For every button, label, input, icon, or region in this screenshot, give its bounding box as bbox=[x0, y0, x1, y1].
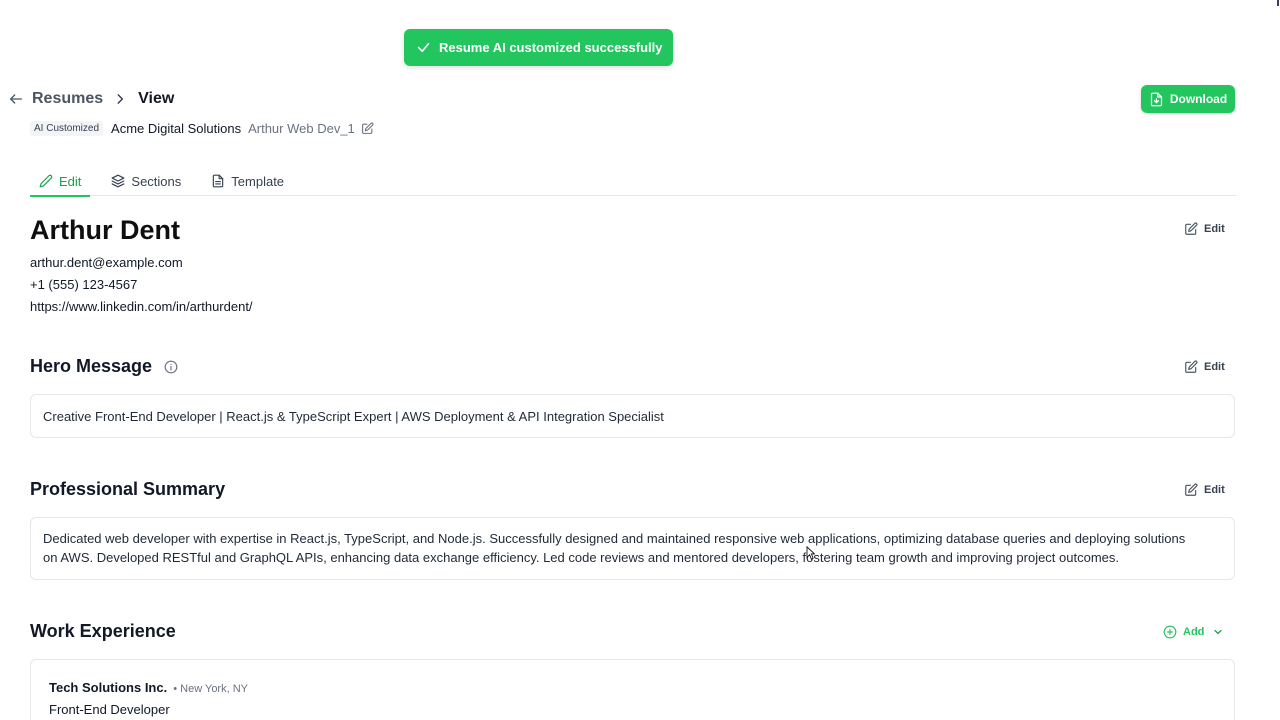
resume-name: Arthur Web Dev_1 bbox=[248, 120, 355, 136]
toast-message: Resume AI customized successfully bbox=[439, 40, 663, 55]
breadcrumb-current: View bbox=[138, 90, 175, 107]
target-company: Acme Digital Solutions bbox=[111, 120, 242, 136]
info-icon[interactable] bbox=[164, 360, 178, 374]
candidate-name: Arthur Dent bbox=[30, 215, 180, 245]
edit-name-icon[interactable] bbox=[361, 121, 374, 135]
job-location: • New York, NY bbox=[173, 683, 248, 695]
check-icon bbox=[417, 42, 430, 53]
edit-icon bbox=[1185, 360, 1198, 373]
resume-meta: AI Customized Acme Digital Solutions Art… bbox=[30, 119, 374, 137]
tab-template[interactable]: Template bbox=[202, 166, 293, 196]
document-icon bbox=[213, 174, 224, 188]
chevron-down-icon[interactable] bbox=[1212, 626, 1224, 638]
breadcrumb: Resumes View bbox=[8, 88, 174, 110]
edit-icon bbox=[1185, 222, 1198, 235]
mouse-cursor-icon bbox=[806, 546, 815, 560]
download-file-icon bbox=[1150, 92, 1162, 106]
work-section-title: Work Experience bbox=[30, 621, 176, 642]
add-work-label: Add bbox=[1183, 626, 1205, 638]
hero-text: Creative Front-End Developer | React.js … bbox=[43, 409, 664, 424]
edit-summary-label: Edit bbox=[1204, 484, 1225, 496]
hero-section-title: Hero Message bbox=[30, 356, 178, 377]
hero-card: Creative Front-End Developer | React.js … bbox=[30, 394, 1235, 438]
tab-template-label: Template bbox=[231, 173, 285, 189]
edit-profile-button[interactable]: Edit bbox=[1184, 222, 1225, 236]
tab-edit[interactable]: Edit bbox=[30, 166, 91, 197]
ai-customized-badge: AI Customized bbox=[30, 120, 104, 136]
summary-card: Dedicated web developer with expertise i… bbox=[30, 517, 1235, 580]
tab-sections-label: Sections bbox=[131, 173, 182, 189]
job-company: Tech Solutions Inc. bbox=[49, 680, 168, 695]
breadcrumb-resumes-link[interactable]: Resumes bbox=[32, 90, 103, 108]
back-arrow-icon[interactable] bbox=[8, 91, 24, 107]
edit-summary-button[interactable]: Edit bbox=[1184, 483, 1225, 497]
work-title: Work Experience bbox=[30, 621, 176, 641]
work-item-card: Tech Solutions Inc. • New York, NY Front… bbox=[30, 659, 1235, 720]
download-button[interactable]: Download bbox=[1141, 85, 1235, 113]
tab-sections[interactable]: Sections bbox=[102, 166, 190, 196]
success-toast: Resume AI customized successfully bbox=[404, 29, 673, 66]
job-title: Front-End Developer bbox=[49, 702, 170, 717]
edit-profile-label: Edit bbox=[1204, 223, 1225, 235]
summary-section-title: Professional Summary bbox=[30, 479, 225, 500]
edit-hero-label: Edit bbox=[1204, 361, 1225, 373]
layers-icon bbox=[111, 174, 125, 188]
hero-title: Hero Message bbox=[30, 356, 153, 376]
pencil-icon bbox=[39, 174, 53, 188]
contact-linkedin: https://www.linkedin.com/in/arthurdent/ bbox=[30, 299, 253, 314]
plus-circle-icon bbox=[1163, 625, 1177, 639]
add-work-button[interactable]: Add bbox=[1163, 625, 1224, 639]
contact-phone: +1 (555) 123-4567 bbox=[30, 277, 138, 292]
download-label: Download bbox=[1169, 92, 1228, 106]
edit-hero-button[interactable]: Edit bbox=[1184, 360, 1225, 374]
summary-line-1: Dedicated web developer with expertise i… bbox=[43, 531, 1186, 546]
edit-icon bbox=[1185, 483, 1198, 496]
tab-edit-label: Edit bbox=[59, 173, 82, 189]
summary-line-2: on AWS. Developed RESTful and GraphQL AP… bbox=[43, 550, 1120, 565]
chevron-right-icon bbox=[117, 94, 124, 104]
summary-title: Professional Summary bbox=[30, 479, 226, 499]
contact-email: arthur.dent@example.com bbox=[30, 255, 183, 270]
work-item-header: Tech Solutions Inc. • New York, NY bbox=[49, 680, 1216, 698]
window-edge-mark bbox=[1277, 0, 1279, 6]
tab-bar: Edit Sections Template bbox=[30, 166, 1236, 197]
